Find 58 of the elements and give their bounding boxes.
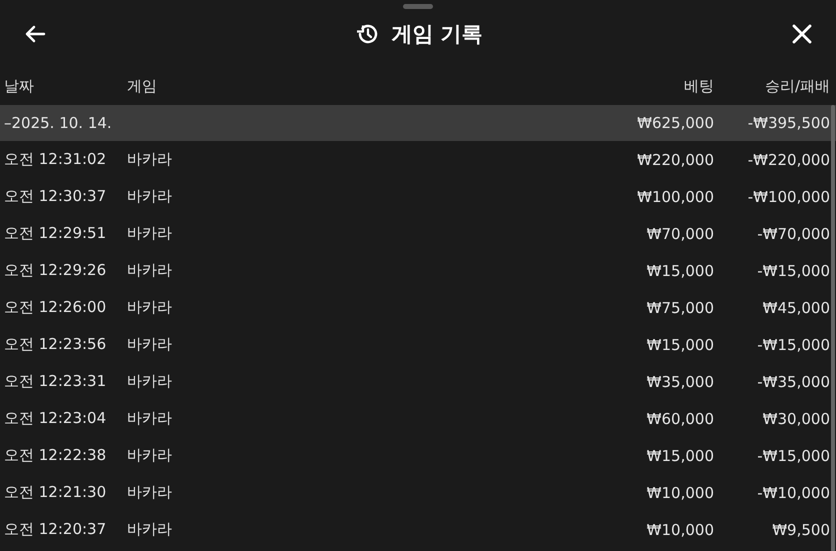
table-cell-text: 오전 12:26:00 [4, 298, 108, 317]
table-cell-text: ₩100,000 [636, 188, 714, 206]
table-cell-text: -₩70,000 [756, 224, 830, 242]
table-cell-text: 오전 12:30:37 [4, 187, 108, 206]
table-cell-text: 오전 12:31:02 [4, 150, 108, 169]
table-cell-text: ₩15,000 [646, 446, 714, 464]
table-cell-text: -₩15,000 [756, 262, 830, 280]
scrollbar[interactable] [831, 105, 835, 551]
table-cell-text: 바카라 [127, 520, 173, 539]
table-cell-text: ₩75,000 [646, 298, 714, 316]
table-cell-text: 바카라 [127, 335, 173, 354]
table-cell-text: 오전 12:29:26 [4, 261, 108, 280]
drag-handle[interactable] [403, 4, 433, 9]
table-cell-text: ₩35,000 [646, 372, 714, 390]
group-date: –2025. 10. 14. [4, 114, 113, 132]
table-cell-text: 오전 12:22:38 [4, 446, 108, 465]
table-cell-text: 바카라 [127, 224, 173, 243]
history-icon [355, 23, 380, 45]
column-header: 날짜 [4, 77, 35, 96]
table-cell-text: -₩15,000 [756, 446, 830, 464]
table-cell-text: -₩100,000 [746, 188, 830, 206]
table-cell-text: 오전 12:20:37 [4, 520, 108, 539]
table-cell-text: 오전 12:29:51 [4, 224, 108, 243]
close-button[interactable] [792, 24, 812, 44]
column-header: 베팅 [683, 77, 714, 96]
table-cell-text: 바카라 [127, 446, 173, 465]
back-button[interactable] [24, 25, 46, 43]
table-cell-text: 바카라 [127, 150, 173, 169]
table-cell-text: 바카라 [127, 409, 173, 428]
table-cell-text: -₩15,000 [756, 336, 830, 354]
column-header: 승리/패배 [764, 77, 830, 96]
table-cell-text: ₩15,000 [646, 336, 714, 354]
table-cell-text: 오전 12:23:56 [4, 335, 108, 354]
table-cell-text: -₩10,000 [756, 484, 830, 502]
table-cell-text: ₩70,000 [646, 224, 714, 242]
date-group-row[interactable]: –2025. 10. 14. ₩625,000 -₩395,500 [0, 105, 836, 141]
column-header: 게임 [127, 77, 158, 96]
table-cell-text: 바카라 [127, 261, 173, 280]
table-cell-text: -₩35,000 [756, 372, 830, 390]
table-cell-text: ₩10,000 [646, 520, 714, 538]
table-cell-text: ₩45,000 [762, 298, 830, 316]
window-title: 게임 기록 [391, 21, 483, 48]
table-cell-text: ₩30,000 [762, 410, 830, 428]
table-cell-text: ₩10,000 [646, 484, 714, 502]
table-cell-text: ₩9,500 [771, 520, 830, 538]
table-cell-text: 바카라 [127, 187, 173, 206]
table-cell-text: 바카라 [127, 298, 173, 317]
table-cell-text: 오전 12:21:30 [4, 483, 108, 502]
group-bet-total: ₩625,000 [636, 114, 714, 132]
table-cell-text: ₩60,000 [646, 410, 714, 428]
table-cell-text: 오전 12:23:31 [4, 372, 108, 391]
group-result-total: -₩395,500 [746, 114, 830, 132]
table-cell-text: 바카라 [127, 372, 173, 391]
table-cell-text: -₩220,000 [746, 150, 830, 168]
table-cell-text: ₩15,000 [646, 262, 714, 280]
table-cell-text: ₩220,000 [636, 150, 714, 168]
table-cell-text: 오전 12:23:04 [4, 409, 108, 428]
table-cell-text: 바카라 [127, 483, 173, 502]
